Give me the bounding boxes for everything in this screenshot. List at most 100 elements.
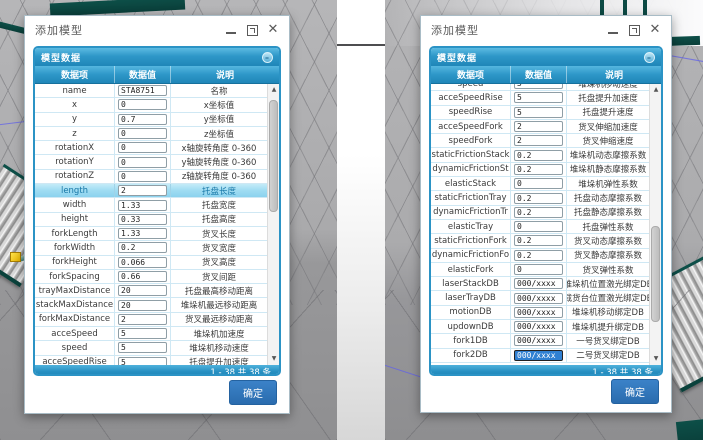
table-row-speed[interactable]: speed堆垛机移动速度: [35, 341, 267, 355]
param-value-input[interactable]: [118, 214, 167, 225]
table-row-x[interactable]: xx坐标值: [35, 98, 267, 112]
table-row-acceSpeedFork[interactable]: acceSpeedFork货叉伸缩加速度: [431, 120, 649, 134]
table-row-fork2DB[interactable]: fork2DB二号货叉绑定DB: [431, 349, 649, 363]
table-row-rotationZ[interactable]: rotationZz轴旋转角度 0-360: [35, 170, 267, 184]
param-value-input[interactable]: [514, 264, 563, 275]
close-icon[interactable]: ✕: [649, 24, 661, 36]
table-row-staticFrictionTray[interactable]: staticFrictionTray托盘动态摩擦系数: [431, 191, 649, 205]
param-value-input[interactable]: [514, 150, 563, 161]
table-row-speedRise[interactable]: speedRise托盘提升速度: [431, 106, 649, 120]
param-value-input[interactable]: [118, 185, 167, 196]
param-value-input[interactable]: [118, 300, 167, 311]
param-value-input[interactable]: [514, 235, 563, 246]
param-value-input[interactable]: [118, 285, 167, 296]
table-row-width[interactable]: width托盘宽度: [35, 198, 267, 212]
dialog-titlebar[interactable]: 添加模型 ✕: [421, 16, 671, 44]
table-row-speed[interactable]: speed堆垛机移动速度: [431, 84, 649, 91]
table-row-trayMaxDistance[interactable]: trayMaxDistance托盘最高移动距离: [35, 284, 267, 298]
param-value-input[interactable]: [118, 157, 167, 168]
table-row-acceSpeed[interactable]: acceSpeed堆垛机加速度: [35, 327, 267, 341]
table-row-z[interactable]: zz坐标值: [35, 127, 267, 141]
table-row-speedFork[interactable]: speedFork货叉伸缩速度: [431, 134, 649, 148]
param-value-input[interactable]: [118, 271, 167, 282]
param-value-input[interactable]: [514, 193, 563, 204]
param-value-input[interactable]: [514, 293, 563, 304]
param-value-input[interactable]: [118, 342, 167, 353]
table-row-y[interactable]: yy坐标值: [35, 113, 267, 127]
param-value-input[interactable]: [118, 128, 167, 139]
table-row-forkLength[interactable]: forkLength货叉长度: [35, 227, 267, 241]
param-value-input[interactable]: [118, 314, 167, 325]
table-row-elasticFork[interactable]: elasticFork货叉弹性系数: [431, 263, 649, 277]
param-value-input[interactable]: [118, 328, 167, 339]
dialog-titlebar[interactable]: 添加模型 ✕: [25, 16, 289, 44]
table-row-forkHeight[interactable]: forkHeight货叉高度: [35, 256, 267, 270]
scrollbar[interactable]: ▲ ▼: [649, 84, 661, 365]
table-row-forkMaxDistance[interactable]: forkMaxDistance货叉最远移动距离: [35, 313, 267, 327]
table-row-name[interactable]: name名称: [35, 84, 267, 98]
table-row-acceSpeedRise[interactable]: acceSpeedRise托盘提升加速度: [431, 91, 649, 105]
table-row-dynamicFrictionFo[interactable]: dynamicFrictionFo货叉静态摩擦系数: [431, 249, 649, 263]
table-row-staticFrictionFork[interactable]: staticFrictionFork货叉动态摩擦系数: [431, 234, 649, 248]
table-row-elasticStack[interactable]: elasticStack堆垛机弹性系数: [431, 177, 649, 191]
table-row-staticFrictionStack[interactable]: staticFrictionStack堆垛机动态摩擦系数: [431, 148, 649, 162]
param-value-input[interactable]: [514, 307, 563, 318]
param-value-input[interactable]: [118, 171, 167, 182]
close-icon[interactable]: ✕: [267, 24, 279, 36]
param-value-input[interactable]: [514, 84, 563, 89]
table-row-dynamicFrictionTr[interactable]: dynamicFrictionTr托盘静态摩擦系数: [431, 206, 649, 220]
param-value-input[interactable]: [514, 107, 563, 118]
table-row-rotationX[interactable]: rotationXx轴旋转角度 0-360: [35, 141, 267, 155]
minimize-icon[interactable]: [225, 24, 237, 36]
param-value-input[interactable]: [118, 257, 167, 268]
table-row-updownDB[interactable]: updownDB堆垛机提升绑定DB: [431, 320, 649, 334]
maximize-icon[interactable]: [628, 24, 640, 36]
table-row-laserTrayDB[interactable]: laserTrayDB载货台位置激光绑定DB: [431, 291, 649, 305]
scroll-down-icon[interactable]: ▼: [650, 353, 661, 365]
table-row-motionDB[interactable]: motionDB堆垛机移动绑定DB: [431, 306, 649, 320]
param-value-input[interactable]: [514, 350, 563, 361]
param-value-input[interactable]: [514, 278, 563, 289]
param-value-input[interactable]: [118, 142, 167, 153]
table-row-forkWidth[interactable]: forkWidth货叉宽度: [35, 241, 267, 255]
table-row-acceSpeedRise[interactable]: acceSpeedRise托盘提升加速度: [35, 356, 267, 365]
table-row-elasticTray[interactable]: elasticTray托盘弹性系数: [431, 220, 649, 234]
param-value-input[interactable]: [514, 250, 563, 261]
collapse-panel-button[interactable]: –: [644, 52, 655, 63]
confirm-button[interactable]: 确定: [229, 380, 277, 405]
scrollbar-thumb[interactable]: [269, 100, 278, 212]
param-value-input[interactable]: [514, 135, 563, 146]
param-value-input[interactable]: [514, 92, 563, 103]
param-value-input[interactable]: [514, 178, 563, 189]
param-value-input[interactable]: [118, 228, 167, 239]
confirm-button[interactable]: 确定: [611, 379, 659, 404]
scrollbar[interactable]: ▲ ▼: [267, 84, 279, 365]
table-row-stackMaxDistance[interactable]: stackMaxDistance堆垛机最远移动距离: [35, 298, 267, 312]
maximize-icon[interactable]: [246, 24, 258, 36]
param-value-input[interactable]: [118, 200, 167, 211]
table-row-dynamicFrictionSt[interactable]: dynamicFrictionSt堆垛机静态摩擦系数: [431, 163, 649, 177]
param-value-input[interactable]: [118, 114, 167, 125]
table-row-height[interactable]: height托盘高度: [35, 213, 267, 227]
param-value-input[interactable]: [514, 207, 563, 218]
table-row-fork1DB[interactable]: fork1DB一号货叉绑定DB: [431, 334, 649, 348]
scrollbar-thumb[interactable]: [651, 226, 660, 322]
param-value-input[interactable]: [118, 99, 167, 110]
table-row-forkSpacing[interactable]: forkSpacing货叉间距: [35, 270, 267, 284]
param-value-input[interactable]: [118, 85, 167, 96]
param-value-input[interactable]: [514, 121, 563, 132]
table-row-rotationY[interactable]: rotationYy轴旋转角度 0-360: [35, 155, 267, 169]
param-value-input[interactable]: [514, 335, 563, 346]
table-row-length[interactable]: length托盘长度: [35, 184, 267, 198]
param-value-input[interactable]: [514, 221, 563, 232]
param-value-input[interactable]: [514, 164, 563, 175]
collapse-panel-button[interactable]: –: [262, 52, 273, 63]
minimize-icon[interactable]: [607, 24, 619, 36]
scroll-down-icon[interactable]: ▼: [268, 353, 279, 365]
table-row-laserStackDB[interactable]: laserStackDB堆垛机位置激光绑定DB: [431, 277, 649, 291]
param-value-input[interactable]: [514, 321, 563, 332]
param-value-input[interactable]: [118, 242, 167, 253]
scroll-up-icon[interactable]: ▲: [650, 84, 661, 96]
param-value-input[interactable]: [118, 357, 167, 365]
scroll-up-icon[interactable]: ▲: [268, 84, 279, 96]
